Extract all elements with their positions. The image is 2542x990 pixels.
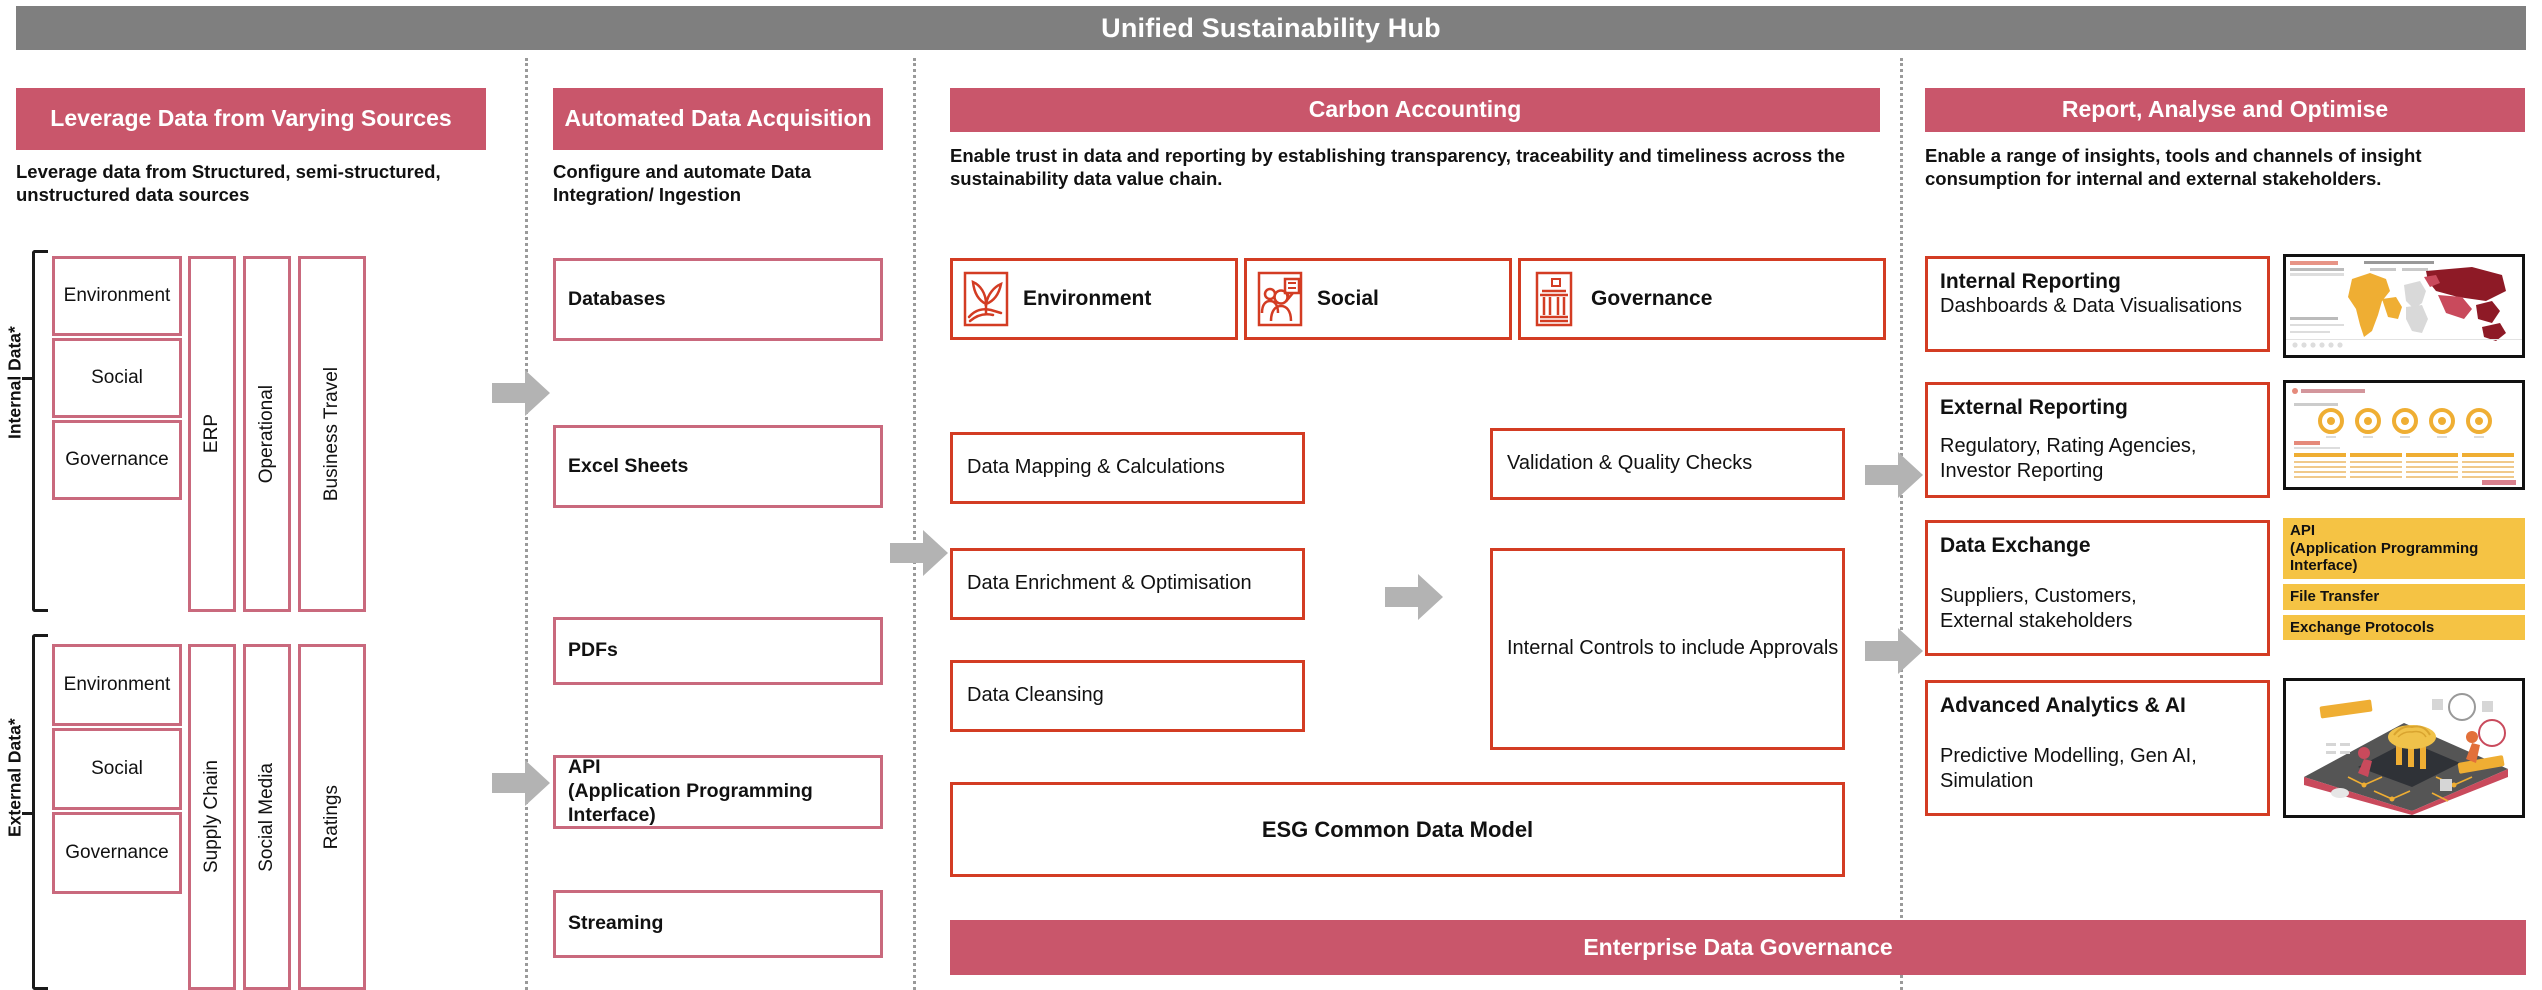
external-system-social-media[interactable]: Social Media [243, 644, 291, 990]
report-advanced-analytics-desc: Predictive Modelling, Gen AI, Simulation [1940, 745, 2197, 793]
report-advanced-analytics-title: Advanced Analytics & AI [1940, 694, 2186, 717]
report-data-exchange-desc: Suppliers, Customers, External stakehold… [1940, 585, 2137, 633]
exchange-channel-api[interactable]: API (Application Programming Interface) [2283, 518, 2525, 580]
exchange-channel-protocols[interactable]: Exchange Protocols [2283, 614, 2525, 641]
arrow-carbon-to-data-exchange [1865, 628, 1923, 674]
arrow-sources-to-acquisition-external [492, 760, 550, 806]
internal-data-brace-nib [22, 377, 34, 380]
column-sources-title: Leverage Data from Varying Sources [16, 88, 486, 150]
report-external-reporting-desc: Regulatory, Rating Agencies, Investor Re… [1940, 435, 2197, 483]
report-external-reporting-title: External Reporting [1940, 396, 2128, 419]
external-esg-environment[interactable]: Environment [52, 644, 182, 726]
carbon-card-governance-label: Governance [1591, 287, 1713, 310]
process-data-mapping[interactable]: Data Mapping & Calculations [950, 432, 1305, 504]
internal-system-operational-label: Operational [256, 384, 277, 484]
arrow-sources-to-acquisition-internal [492, 370, 550, 416]
column-sources: Leverage Data from Varying Sources Lever… [16, 88, 506, 206]
source-streaming[interactable]: Streaming [553, 890, 883, 958]
external-system-social-media-label: Social Media [256, 762, 277, 872]
column-divider-2 [913, 58, 916, 990]
carbon-card-environment-label: Environment [1023, 287, 1152, 310]
carbon-card-social-label: Social [1317, 287, 1379, 310]
government-building-icon [1531, 271, 1577, 327]
report-internal-reporting-desc: Dashboards & Data Visualisations [1940, 295, 2243, 318]
external-data-brace [32, 634, 48, 990]
external-system-supply-chain-label: Supply Chain [201, 760, 222, 874]
carbon-card-environment[interactable]: Environment [950, 258, 1238, 340]
internal-system-business-travel[interactable]: Business Travel [298, 256, 366, 612]
page-title-bar: Unified Sustainability Hub [16, 6, 2526, 50]
esg-industry-selection-thumbnail[interactable] [2283, 380, 2525, 490]
report-data-exchange[interactable]: Data Exchange Suppliers, Customers, Exte… [1925, 520, 2270, 656]
page-title: Unified Sustainability Hub [1101, 12, 1441, 43]
internal-system-erp[interactable]: ERP [188, 256, 236, 612]
internal-system-operational[interactable]: Operational [243, 256, 291, 612]
column-carbon-subtitle: Enable trust in data and reporting by es… [950, 145, 1846, 190]
data-exchange-channel-list: API (Application Programming Interface) … [2283, 518, 2525, 645]
enterprise-data-governance-bar: Enterprise Data Governance [950, 920, 2526, 975]
external-data-label: External Data* [4, 718, 25, 838]
people-chat-icon [1257, 271, 1303, 327]
column-report: Report, Analyse and Optimise Enable a ra… [1925, 88, 2525, 190]
report-external-reporting[interactable]: External Reporting Regulatory, Rating Ag… [1925, 382, 2270, 498]
internal-esg-governance[interactable]: Governance [52, 420, 182, 500]
report-internal-reporting-title: Internal Reporting [1940, 270, 2121, 293]
arrow-carbon-to-external-reporting [1865, 452, 1923, 498]
arrow-acquisition-to-carbon [890, 530, 948, 576]
column-divider-1 [525, 58, 528, 990]
diagram-canvas: Unified Sustainability Hub Leverage Data… [0, 0, 2542, 990]
source-databases[interactable]: Databases [553, 258, 883, 341]
external-system-ratings-label: Ratings [321, 784, 342, 850]
carbon-card-governance[interactable]: Governance [1518, 258, 1886, 340]
internal-system-business-travel-label: Business Travel [321, 366, 342, 502]
external-esg-governance[interactable]: Governance [52, 812, 182, 894]
column-acquisition-subtitle: Configure and automate Data Integration/… [553, 161, 811, 206]
esg-common-data-model[interactable]: ESG Common Data Model [950, 782, 1845, 877]
world-map-dashboard-thumbnail[interactable] [2283, 254, 2525, 358]
carbon-esg-card-row: Environment Social Governance [950, 258, 1886, 340]
report-advanced-analytics[interactable]: Advanced Analytics & AI Predictive Model… [1925, 680, 2270, 816]
column-report-subtitle: Enable a range of insights, tools and ch… [1925, 145, 2422, 190]
source-excel-sheets[interactable]: Excel Sheets [553, 425, 883, 508]
report-internal-reporting[interactable]: Internal Reporting Dashboards & Data Vis… [1925, 256, 2270, 352]
internal-data-label: Internal Data* [4, 326, 25, 440]
process-data-cleansing[interactable]: Data Cleansing [950, 660, 1305, 732]
exchange-channel-file-transfer[interactable]: File Transfer [2283, 584, 2525, 610]
internal-system-erp-label: ERP [201, 414, 222, 454]
internal-data-brace [32, 250, 48, 612]
external-system-ratings[interactable]: Ratings [298, 644, 366, 990]
source-pdfs[interactable]: PDFs [553, 617, 883, 685]
column-carbon-title: Carbon Accounting [950, 88, 1880, 132]
carbon-card-social[interactable]: Social [1244, 258, 1512, 340]
external-system-supply-chain[interactable]: Supply Chain [188, 644, 236, 990]
process-validation-quality[interactable]: Validation & Quality Checks [1490, 428, 1845, 500]
external-esg-social[interactable]: Social [52, 728, 182, 810]
process-data-enrichment[interactable]: Data Enrichment & Optimisation [950, 548, 1305, 620]
process-internal-controls[interactable]: Internal Controls to include Approvals [1490, 548, 1845, 750]
column-acquisition: Automated Data Acquisition Configure and… [553, 88, 893, 206]
column-report-title: Report, Analyse and Optimise [1925, 88, 2525, 132]
column-sources-subtitle: Leverage data from Structured, semi-stru… [16, 161, 441, 206]
column-acquisition-title: Automated Data Acquisition [553, 88, 883, 150]
external-data-brace-nib [22, 812, 34, 815]
internal-esg-social[interactable]: Social [52, 338, 182, 418]
column-divider-3 [1900, 58, 1903, 990]
arrow-process-to-validation [1385, 574, 1443, 620]
column-carbon: Carbon Accounting Enable trust in data a… [950, 88, 1880, 190]
report-data-exchange-title: Data Exchange [1940, 534, 2091, 557]
internal-esg-environment[interactable]: Environment [52, 256, 182, 336]
plant-in-hand-icon [963, 271, 1009, 327]
ai-brain-device-illustration[interactable] [2283, 678, 2525, 818]
source-api[interactable]: API (Application Programming Interface) [553, 755, 883, 829]
